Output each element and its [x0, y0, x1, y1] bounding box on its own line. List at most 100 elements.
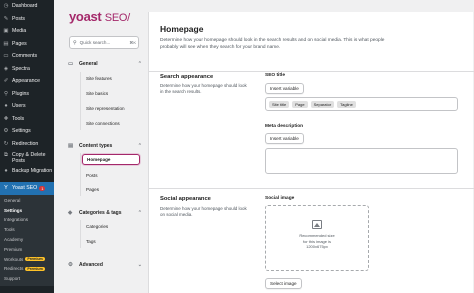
wp-menu-backup-migration[interactable]: ● Backup Migration [0, 166, 54, 182]
search-appearance-description: Determine how your homepage should look … [160, 83, 247, 94]
variable-chip[interactable]: Page [292, 101, 308, 108]
wp-menu-label: Spectra [12, 65, 30, 72]
page-title: Homepage [160, 24, 204, 34]
seo-title-label: SEO title [265, 73, 285, 78]
nav-section-advanced[interactable]: ⚙ Advanced ⌄ [68, 262, 142, 268]
tag-icon: ◆ [68, 210, 73, 216]
wp-menu-spectra[interactable]: ◈ Spectra [0, 63, 54, 76]
nav-link-site-representation[interactable]: Site representation [82, 103, 140, 114]
submenu-support[interactable]: Support [0, 274, 54, 284]
submenu-general[interactable]: General [0, 196, 54, 206]
chevron-up-icon: ⌃ [137, 143, 142, 149]
wp-menu-label: Posts [12, 15, 25, 22]
nav-link-homepage[interactable]: Homepage [82, 154, 140, 165]
nav-link-categories[interactable]: Categories [82, 221, 140, 232]
meta-description-field[interactable] [265, 148, 458, 174]
comments-icon: ▭ [3, 53, 9, 60]
image-size-hint: Recommended size for this image is 1200x… [299, 233, 335, 249]
wp-menu-yoast-seo[interactable]: Y Yoast SEO 1 [0, 182, 54, 195]
settings-main-panel: Homepage Determine how your homepage sho… [148, 12, 474, 293]
wp-menu-label: Media [12, 28, 27, 35]
wp-menu-copy-delete-posts[interactable]: ⧉ Copy & Delete Posts [0, 150, 54, 166]
wp-menu-label: Backup Migration [12, 168, 53, 174]
submenu-label: Redirects [4, 266, 24, 272]
submenu-label: General [4, 197, 21, 203]
plugins-icon: ⚲ [3, 90, 9, 97]
submenu-tools[interactable]: Tools [0, 225, 54, 235]
submenu-academy[interactable]: Academy [0, 235, 54, 245]
premium-badge: Premium [25, 266, 45, 272]
settings-icon: ⚙ [3, 128, 9, 135]
search-placeholder: Quick search... [79, 40, 111, 45]
nav-section-general[interactable]: ▭ General ⌃ [68, 61, 142, 67]
yoast-logo: yoast SEO/ [69, 9, 130, 24]
quick-search-input[interactable]: ⚲ Quick search... ⌘K [69, 36, 139, 49]
submenu-label: Settings [4, 207, 23, 213]
pages-icon: ▤ [3, 40, 9, 47]
wp-menu-plugins[interactable]: ⚲ Plugins [0, 88, 54, 101]
wp-menu-label: Redirection [12, 140, 39, 147]
advanced-icon: ⚙ [68, 262, 73, 268]
social-image-label: Social image [265, 196, 295, 201]
desktop-icon: ▭ [68, 61, 74, 67]
variable-chip[interactable]: Separator [310, 101, 335, 108]
submenu-label: Academy [4, 237, 24, 243]
nav-link-tags[interactable]: Tags [82, 236, 140, 247]
submenu-label: Integrations [4, 217, 29, 223]
variable-chip[interactable]: Site title [269, 101, 290, 108]
meta-insert-variable-button[interactable]: Insert variable [265, 133, 304, 144]
redirection-icon: ↻ [3, 140, 9, 147]
nav-section-content-types[interactable]: ▤ Content types ⌃ [68, 143, 142, 149]
insert-variable-button[interactable]: Insert variable [265, 83, 304, 94]
nav-section-categories-tags[interactable]: ◆ Categories & tags ⌃ [68, 210, 142, 216]
wp-menu-settings[interactable]: ⚙ Settings [0, 125, 54, 138]
search-icon: ⚲ [73, 39, 77, 46]
dashboard-icon: ◷ [3, 3, 9, 10]
spectra-icon: ◈ [3, 65, 9, 72]
wp-menu-dashboard[interactable]: ◷ Dashboard [0, 0, 54, 13]
page-description: Determine how your homepage should look … [160, 38, 385, 50]
wp-menu-redirection[interactable]: ↻ Redirection [0, 138, 54, 151]
yoast-settings-nav: yoast SEO/ ⚲ Quick search... ⌘K ▭ Genera… [54, 0, 146, 293]
variable-chip[interactable]: Tagline [337, 101, 356, 108]
wp-menu-label: Copy & Delete Posts [12, 152, 46, 164]
wp-admin-sidebar: ◷ Dashboard ✎ Posts ▣ Media ▤ Pages ▭ Comments ◈ Sp… [0, 0, 54, 293]
social-image-dropzone[interactable]: Recommended size for this image is 1200x… [265, 205, 369, 271]
backup-icon: ● [4, 168, 8, 174]
wp-menu-media[interactable]: ▣ Media [0, 25, 54, 38]
submenu-workouts[interactable]: Workouts Premium [0, 254, 54, 264]
chevron-down-icon: ⌄ [137, 262, 142, 268]
nav-link-pages[interactable]: Pages [82, 184, 140, 195]
wp-menu-posts[interactable]: ✎ Posts [0, 13, 54, 26]
document-icon: ▤ [68, 143, 74, 149]
chevron-up-icon: ⌃ [137, 61, 142, 67]
users-icon: ● [4, 103, 8, 110]
submenu-integrations[interactable]: Integrations [0, 215, 54, 225]
nav-link-posts[interactable]: Posts [82, 170, 140, 181]
submenu-redirects[interactable]: Redirects Premium [0, 264, 54, 274]
select-image-button[interactable]: Select image [265, 278, 302, 289]
submenu-label: Support [4, 276, 21, 282]
submenu-premium[interactable]: Premium [0, 244, 54, 254]
wp-menu-label: Yoast SEO [12, 185, 38, 192]
wp-menu-tools[interactable]: ✚ Tools [0, 113, 54, 126]
nav-link-site-basics[interactable]: Site basics [82, 88, 140, 99]
appearance-icon: ✐ [3, 78, 9, 85]
submenu-settings[interactable]: Settings [0, 205, 54, 215]
search-shortcut: ⌘K [129, 40, 136, 45]
wp-menu-label: Settings [12, 128, 31, 135]
wp-menu-users[interactable]: ● Users [0, 100, 54, 113]
media-icon: ▣ [3, 28, 9, 35]
nav-link-site-connections[interactable]: Site connections [82, 118, 140, 129]
nav-link-site-features[interactable]: Site features [82, 73, 140, 84]
submenu-label: Tools [4, 227, 15, 233]
wp-menu-comments[interactable]: ▭ Comments [0, 50, 54, 63]
submenu-label: Workouts [4, 256, 24, 262]
seo-title-field[interactable]: Site title Page Separator Tagline [265, 97, 458, 111]
wp-menu-pages[interactable]: ▤ Pages [0, 38, 54, 51]
notification-badge: 1 [39, 185, 46, 191]
search-appearance-title: Search appearance [160, 74, 214, 80]
wp-menu-appearance[interactable]: ✐ Appearance [0, 75, 54, 88]
tools-icon: ✚ [3, 115, 9, 122]
wp-menu-label: Tools [12, 115, 25, 122]
